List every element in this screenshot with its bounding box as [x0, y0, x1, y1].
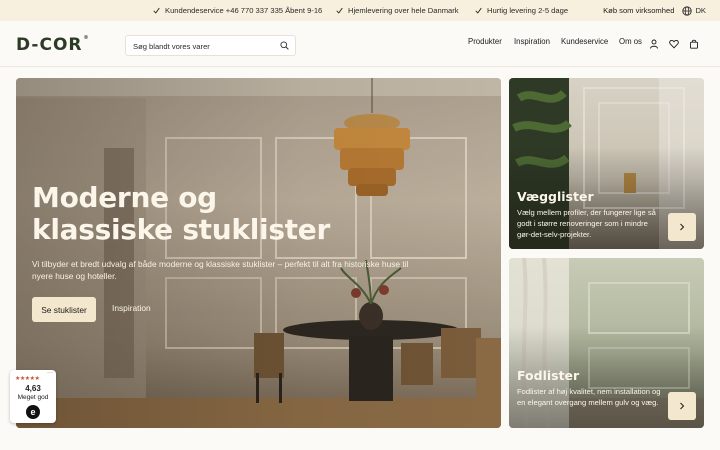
- logo-mark: ®: [83, 35, 90, 41]
- logo-text: D-COR: [16, 35, 83, 55]
- nav-kundeservice[interactable]: Kundeservice: [561, 37, 608, 46]
- card-arrow-button[interactable]: [668, 392, 696, 420]
- logo[interactable]: D-COR®: [16, 35, 90, 55]
- top-info-bar: Kundendeservice +46 770 337 335 Åbent 9-…: [0, 0, 720, 21]
- see-stucco-button[interactable]: Se stuklister: [32, 297, 96, 322]
- check-icon: [475, 7, 482, 14]
- usp-customer-service: Kundendeservice +46 770 337 335 Åbent 9-…: [153, 0, 322, 21]
- chevron-right-icon: [680, 223, 685, 231]
- site-header: D-COR® Produkter Inspiration Kundeservic…: [0, 21, 720, 67]
- topbar-right: Køb som virksomhed DK: [603, 0, 706, 21]
- check-icon: [153, 7, 160, 14]
- hero-title: Moderne og klassiske stuklister: [32, 181, 330, 246]
- nav-inspiration[interactable]: Inspiration: [514, 37, 550, 46]
- language-selector[interactable]: DK: [682, 5, 706, 16]
- card-title: Fodlister: [517, 368, 580, 383]
- usp-fast-delivery: Hurtig levering 2-5 dage: [475, 0, 568, 21]
- bag-icon[interactable]: [689, 39, 699, 49]
- nav-om-os[interactable]: Om os: [619, 37, 642, 46]
- card-text: Fodlister af høj kvalitet, nem installat…: [517, 387, 661, 407]
- emaerket-badge-icon: e: [26, 405, 40, 419]
- heart-icon[interactable]: [669, 39, 679, 49]
- card-arrow-button[interactable]: [668, 213, 696, 241]
- usp-delivery: Hjemlevering over hele Danmark: [336, 0, 459, 21]
- globe-icon: [682, 5, 693, 16]
- search-input[interactable]: [126, 37, 266, 56]
- rating-stars: ★★★★★: [15, 376, 40, 382]
- card-wall-moldings[interactable]: Vægglister Vælg mellem profiler, der fun…: [509, 78, 704, 249]
- rating-label: Meget god: [17, 394, 49, 401]
- usp-text: Hurtig levering 2-5 dage: [487, 6, 569, 15]
- usp-text: Hjemlevering over hele Danmark: [348, 6, 459, 15]
- usp-text: Kundendeservice +46 770 337 335 Åbent 9-…: [165, 6, 323, 15]
- hero-banner: Moderne og klassiske stuklister Vi tilby…: [16, 78, 501, 428]
- nav-produkter[interactable]: Produkter: [468, 37, 502, 46]
- rating-score: 4,63: [25, 384, 41, 393]
- search-box: [125, 35, 296, 56]
- language-label: DK: [695, 6, 706, 15]
- hero-room-image: [16, 78, 501, 428]
- inspiration-link[interactable]: Inspiration: [112, 303, 151, 313]
- business-link[interactable]: Køb som virksomhed: [603, 6, 674, 15]
- trustmark-rating-widget[interactable]: ★★★★★ ··· 4,63 Meget god e: [10, 370, 56, 423]
- card-baseboards[interactable]: Fodlister Fodlister af høj kvalitet, nem…: [509, 258, 704, 428]
- card-text: Vælg mellem profiler, der fungerer lige …: [517, 208, 656, 239]
- check-icon: [336, 7, 343, 14]
- more-icon[interactable]: ···: [47, 370, 53, 376]
- hero-description: Vi tilbyder et bredt udvalg af både mode…: [32, 259, 409, 281]
- user-icon[interactable]: [649, 39, 659, 49]
- chevron-right-icon: [680, 402, 685, 410]
- card-title: Vægglister: [517, 189, 594, 204]
- search-icon[interactable]: [280, 41, 289, 50]
